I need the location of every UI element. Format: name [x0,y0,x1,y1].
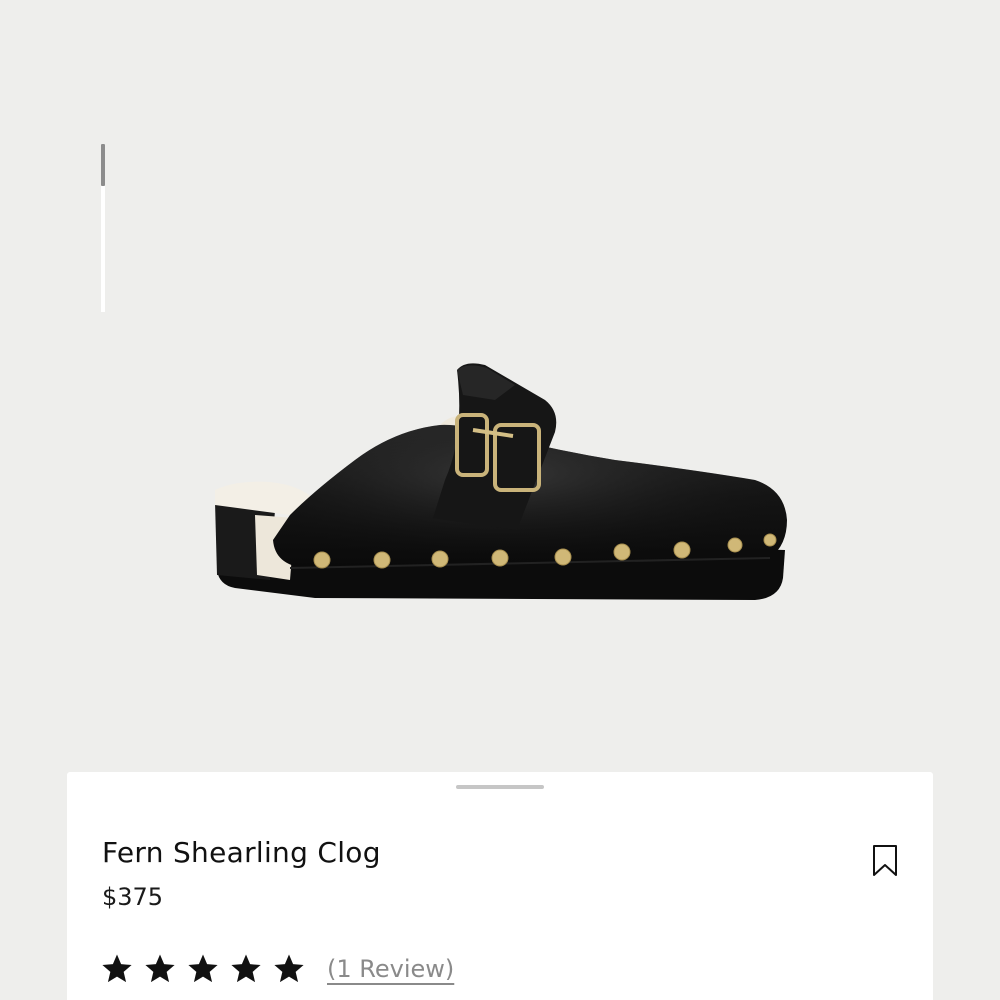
gallery-scroll-indicator [101,144,105,312]
star-icon [231,954,261,983]
star-icon [102,954,132,983]
reviews-link[interactable]: (1 Review) [327,955,454,983]
star-rating [100,952,315,986]
product-name: Fern Shearling Clog [102,836,381,869]
star-icon [145,954,175,983]
product-info-sheet: Fern Shearling Clog $375 (1 Review) [67,772,933,1000]
rating-row: (1 Review) [100,949,454,989]
bookmark-icon[interactable] [871,844,899,878]
sheet-drag-handle[interactable] [456,785,544,789]
star-icon [188,954,218,983]
product-image[interactable] [195,340,805,620]
gallery-scroll-thumb [101,144,105,186]
star-icon [274,954,304,983]
product-image-gallery[interactable] [0,0,1000,780]
product-price: $375 [102,883,164,911]
